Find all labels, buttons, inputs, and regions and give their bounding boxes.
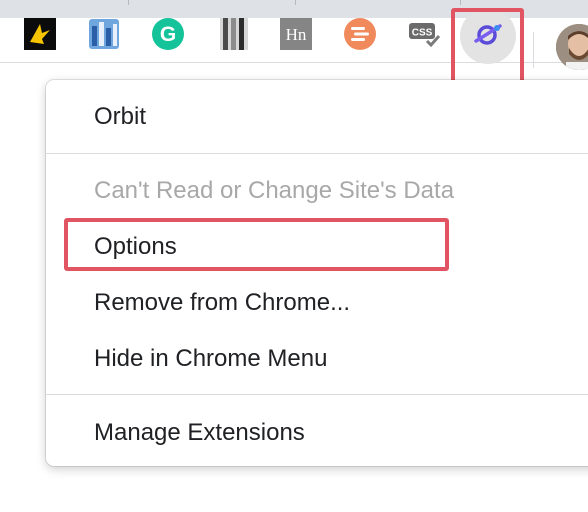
css-viewer-icon[interactable]: CSS	[407, 17, 441, 51]
lines-orb-icon[interactable]	[343, 17, 377, 51]
strip-tick	[295, 0, 296, 5]
hacker-news-label: Hn	[286, 25, 307, 44]
strip-tick	[128, 0, 129, 5]
css-viewer-label: CSS	[412, 28, 433, 39]
menu-separator	[46, 394, 588, 395]
grammarly-glyph: G	[160, 23, 176, 46]
strip-tick	[460, 0, 461, 5]
bars-extension-icon[interactable]	[87, 17, 121, 51]
options-highlight-box	[64, 218, 449, 271]
stripes-extension-icon[interactable]	[217, 17, 251, 51]
grammarly-icon[interactable]: G	[151, 17, 185, 51]
profile-avatar[interactable]	[556, 24, 588, 70]
bird-extension-icon[interactable]	[23, 17, 57, 51]
menu-item-hide-in-chrome-menu[interactable]: Hide in Chrome Menu	[94, 344, 327, 374]
extension-context-menu: Orbit Can't Read or Change Site's Data O…	[46, 80, 588, 466]
hacker-news-icon[interactable]: Hn	[279, 17, 313, 51]
menu-item-manage-extensions[interactable]: Manage Extensions	[94, 418, 305, 448]
orbit-highlight-box	[451, 8, 524, 85]
menu-separator	[46, 153, 588, 154]
menu-title-orbit[interactable]: Orbit	[94, 102, 146, 132]
menu-item-remove-from-chrome[interactable]: Remove from Chrome...	[94, 288, 350, 318]
menu-item-site-data: Can't Read or Change Site's Data	[94, 177, 455, 204]
toolbar-separator	[533, 32, 534, 68]
